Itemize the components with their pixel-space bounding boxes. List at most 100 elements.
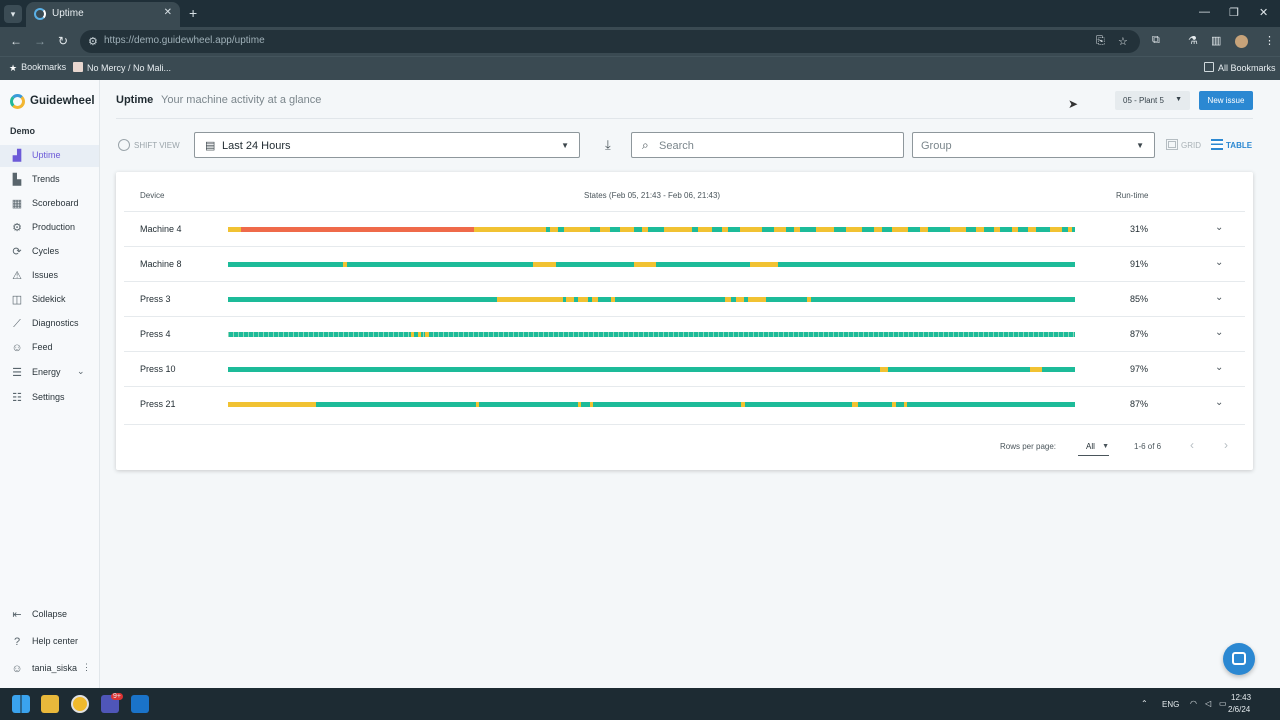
collapse-button[interactable]: ⇤ Collapse (0, 604, 99, 626)
calendar-icon: ▤ (205, 140, 216, 152)
extensions-icon[interactable]: ⧉ (1152, 34, 1160, 47)
minimize-icon[interactable]: — (1199, 6, 1210, 18)
forward-icon[interactable]: → (34, 34, 46, 48)
tab-search-button[interactable]: ▾ (4, 5, 22, 23)
shift-view-toggle[interactable]: SHIFT VIEW (118, 139, 180, 151)
sidebar-item-energy[interactable]: ☰ Energy ⌄ (0, 362, 99, 384)
bookmarks-button[interactable]: ★ Bookmarks (9, 62, 66, 73)
sidebar-item-feed[interactable]: ☺ Feed (0, 337, 99, 359)
bookmark-item[interactable]: No Mercy / No Mali... (73, 62, 171, 73)
more-icon[interactable]: ⋮ (82, 662, 91, 673)
state-timeline (228, 332, 1075, 337)
table-row[interactable]: Press 4 87% ⌄ (124, 316, 1245, 351)
install-icon[interactable]: ⎘ (1096, 35, 1105, 48)
menu-icon[interactable]: ⋮ (1264, 34, 1275, 47)
device-name: Machine 8 (140, 259, 182, 269)
new-issue-button[interactable]: New issue (1199, 91, 1253, 110)
expand-row-icon[interactable]: ⌄ (1215, 327, 1223, 338)
show-hidden-icons[interactable]: ⌃ (1141, 699, 1148, 708)
previous-page-icon[interactable]: ‹ (1190, 438, 1194, 452)
all-bookmarks-button[interactable]: All Bookmarks (1204, 62, 1276, 73)
table-row[interactable]: Press 10 97% ⌄ (124, 351, 1245, 386)
url-host: https://demo.guidewheel.app (104, 35, 232, 46)
period-select[interactable]: ▤ Last 24 Hours ▼ (194, 132, 580, 158)
sidebar-item-cycles[interactable]: ⟳ Cycles (0, 241, 99, 263)
chat-launcher-button[interactable] (1223, 643, 1255, 675)
next-page-icon[interactable]: › (1224, 438, 1228, 452)
list-icon: ☰ (12, 367, 22, 379)
grid-view-button[interactable]: GRID (1166, 139, 1201, 150)
file-explorer-icon[interactable] (41, 695, 59, 713)
bookmark-favicon-icon (73, 62, 83, 72)
clock-date[interactable]: 2/6/24 (1228, 705, 1250, 714)
expand-row-icon[interactable]: ⌄ (1215, 257, 1223, 268)
chevron-down-icon: ⌄ (77, 366, 85, 376)
page-title: Uptime (116, 94, 154, 106)
device-name: Press 10 (140, 364, 176, 374)
runtime-value: 97% (1130, 364, 1149, 374)
rows-per-page-select[interactable]: All ▼ (1078, 440, 1109, 456)
help-center-link[interactable]: ? Help center (0, 631, 99, 653)
close-tab-icon[interactable]: ✕ (164, 7, 172, 18)
sidebar-item-sidekick[interactable]: ◫ Sidekick (0, 289, 99, 311)
expand-row-icon[interactable]: ⌄ (1215, 397, 1223, 408)
user-icon: ☺ (11, 663, 23, 675)
sidebar-item-diagnostics[interactable]: ⟋ Diagnostics (0, 313, 99, 335)
group-select[interactable]: Group ▼ (912, 132, 1155, 158)
dropdown-caret-icon: ▼ (1102, 443, 1109, 450)
language-indicator[interactable]: ENG (1162, 700, 1179, 709)
page-subtitle: Your machine activity at a glance (161, 94, 322, 106)
clock-icon (118, 139, 130, 151)
grid-icon: ▦ (11, 198, 23, 210)
sidebar-item-settings[interactable]: ☷ Settings (0, 387, 99, 409)
bookmark-star-icon[interactable]: ☆ (1118, 35, 1128, 48)
back-icon[interactable]: ← (10, 34, 22, 48)
sidebar: Guidewheel Demo ▟ Uptime ▙ Trends ▦ Scor… (0, 80, 100, 688)
volume-icon[interactable]: ◁ (1205, 699, 1211, 708)
site-info-icon[interactable]: ⚙ (88, 35, 98, 48)
plant-select[interactable]: 05 - Plant 5 ▼ (1115, 91, 1190, 110)
header-divider (116, 118, 1253, 119)
grid-icon (1166, 139, 1178, 150)
labs-icon[interactable]: ⚗ (1188, 34, 1198, 47)
sidebar-item-trends[interactable]: ▙ Trends (0, 169, 99, 191)
restore-icon[interactable]: ❐ (1229, 6, 1239, 19)
table-row[interactable]: Machine 8 91% ⌄ (124, 246, 1245, 281)
expand-row-icon[interactable]: ⌄ (1215, 362, 1223, 373)
browser-tab[interactable]: Uptime ✕ (26, 2, 180, 27)
help-icon: ? (13, 636, 21, 648)
sidebar-item-uptime[interactable]: ▟ Uptime (0, 145, 99, 167)
new-tab-button[interactable]: + (189, 5, 197, 21)
download-icon[interactable]: ⤓ (605, 137, 611, 153)
table-view-button[interactable]: TABLE (1211, 139, 1252, 150)
state-timeline (228, 367, 1075, 372)
sidebar-item-scoreboard[interactable]: ▦ Scoreboard (0, 193, 99, 215)
column-header-states: States (Feb 05, 21:43 - Feb 06, 21:43) (584, 191, 721, 200)
device-name: Machine 4 (140, 224, 182, 234)
table-row[interactable]: Press 3 85% ⌄ (124, 281, 1245, 316)
table-row[interactable]: Machine 4 31% ⌄ (124, 211, 1245, 246)
device-name: Press 3 (140, 294, 171, 304)
user-menu[interactable]: ☺ tania_siska ⋮ (0, 658, 99, 680)
sidebar-item-production[interactable]: ⚙ Production (0, 217, 99, 239)
reload-icon[interactable]: ↻ (58, 34, 68, 48)
expand-row-icon[interactable]: ⌄ (1215, 222, 1223, 233)
chrome-icon[interactable] (71, 695, 89, 713)
outlook-icon[interactable] (131, 695, 149, 713)
wifi-icon[interactable]: ◠ (1190, 699, 1197, 708)
battery-icon[interactable]: ▭ (1219, 699, 1227, 708)
sidekick-icon: ◫ (11, 294, 23, 306)
side-panel-icon[interactable]: ▥ (1211, 34, 1221, 47)
address-bar[interactable]: ⚙ https://demo.guidewheel.app/uptime ⎘ ☆ (80, 30, 1140, 53)
search-input[interactable]: ⌕ Search (631, 132, 904, 158)
table-row[interactable]: Press 21 87% ⌄ (124, 386, 1245, 421)
expand-row-icon[interactable]: ⌄ (1215, 292, 1223, 303)
clock-time[interactable]: 12:43 (1231, 693, 1251, 702)
close-window-icon[interactable]: ✕ (1259, 6, 1268, 19)
windows-start-icon[interactable] (12, 695, 30, 713)
sidebar-item-issues[interactable]: ⚠ Issues (0, 265, 99, 287)
trends-icon: ▙ (12, 174, 22, 186)
people-icon: ☺ (11, 342, 23, 354)
column-header-device: Device (140, 191, 165, 200)
profile-avatar[interactable] (1235, 35, 1248, 48)
